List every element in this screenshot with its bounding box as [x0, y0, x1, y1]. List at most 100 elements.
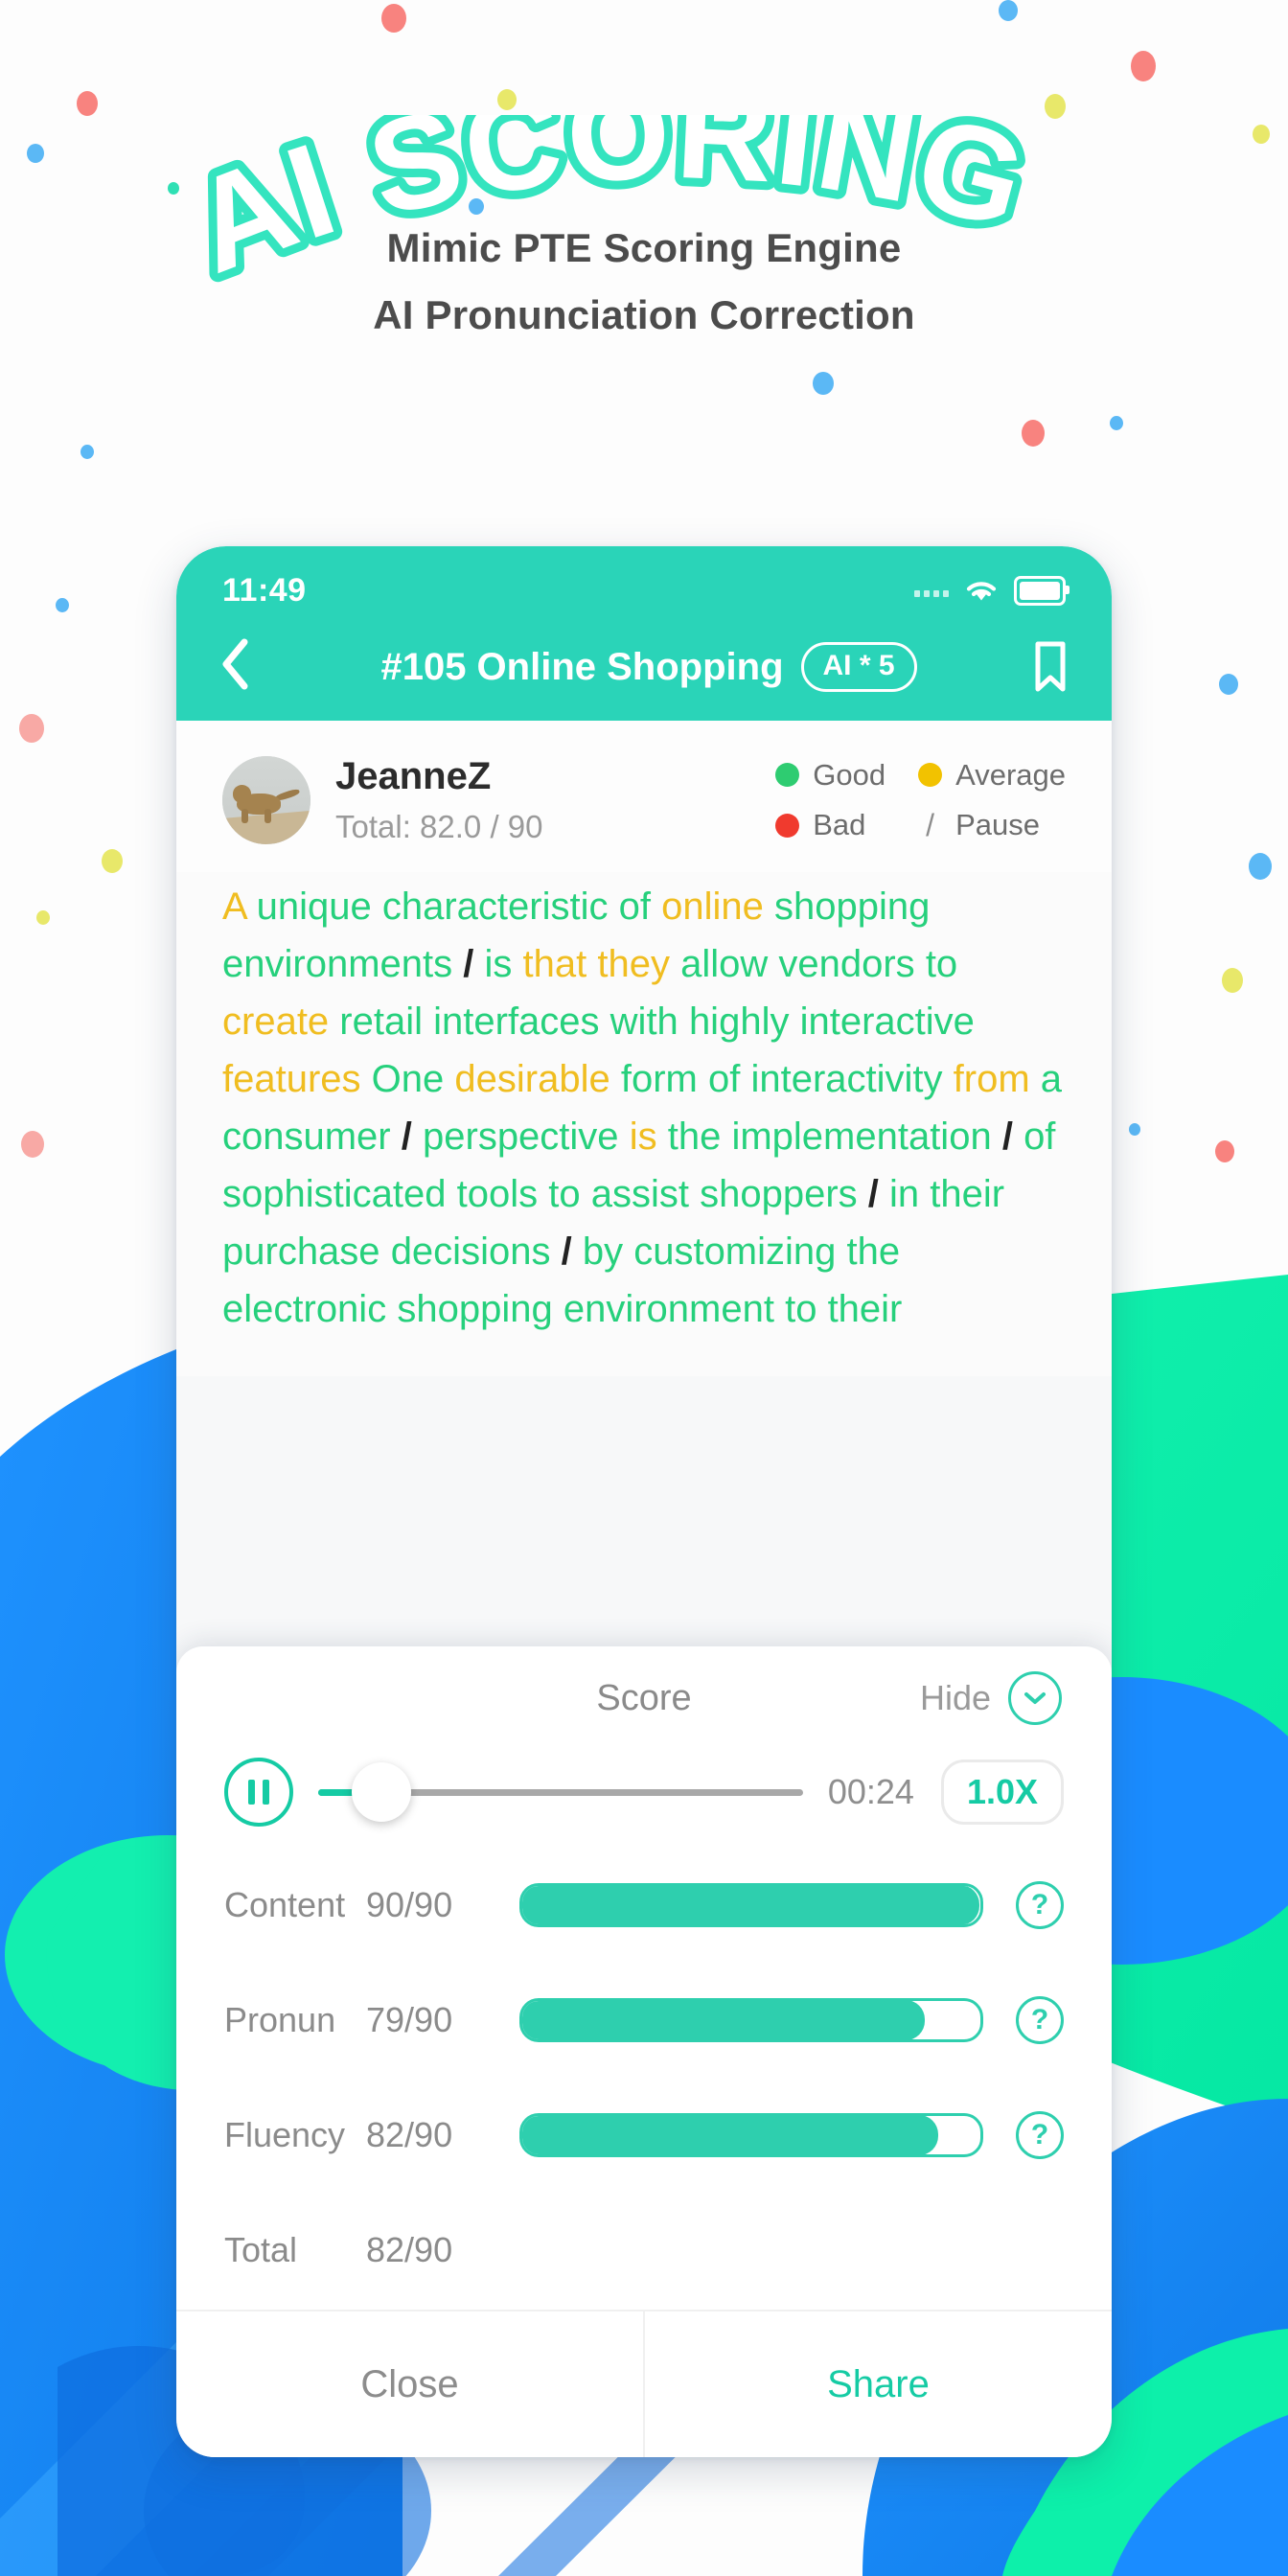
legend-label: Pause [955, 808, 1040, 841]
elapsed-time: 00:24 [827, 1772, 914, 1811]
transcript-word: is [629, 1116, 657, 1158]
user-info-strip: JeanneZ Total: 82.0 / 90 Good Average Bad /… [176, 721, 1112, 872]
playback-speed-button[interactable]: 1.0X [940, 1760, 1064, 1825]
score-metrics: Content 90/90? Pronun 79/90? Fluency 82/90? To… [176, 1827, 1112, 2308]
confetti-dot [1215, 1140, 1234, 1162]
legend-dot-icon [775, 813, 800, 838]
hero-section: AI SCORING AI SCORING AI SCORING AI SCOR… [0, 0, 1288, 339]
transcript-word: consumer [222, 1116, 391, 1158]
question-circle-icon[interactable]: ? [1016, 1996, 1064, 2044]
nav-center: #105 Online Shopping AI * 5 [272, 642, 1025, 692]
transcript-text: A unique characteristic of online shoppi… [176, 872, 1112, 1376]
legend-label: Good [813, 757, 886, 792]
pause-icon[interactable] [224, 1758, 293, 1827]
transcript-word: their [827, 1288, 903, 1330]
legend-dot-icon [918, 763, 943, 787]
transcript-word: online [661, 886, 764, 928]
transcript-word: that [522, 943, 587, 985]
transcript-word: they [597, 943, 670, 985]
metric-row: Pronun 79/90? [224, 1963, 1064, 2078]
transcript-word: form [620, 1058, 698, 1100]
metric-row: Total 82/90 [224, 2193, 1064, 2308]
transcript-word: interactive [799, 1000, 975, 1043]
transcript-word: highly [688, 1000, 790, 1043]
phone-topbar: 11:49 #105 Online Shopping AI * 5 [176, 546, 1112, 721]
transcript-word: is [484, 943, 513, 985]
metric-value: 82/90 [366, 2115, 453, 2154]
chevron-left-icon[interactable] [218, 637, 272, 698]
transcript-word: shopping [397, 1288, 553, 1330]
metric-value: 79/90 [366, 2000, 453, 2039]
question-circle-icon[interactable]: ? [1016, 2111, 1064, 2159]
legend-dot-icon [775, 763, 800, 787]
metric-name: Content [224, 1885, 346, 1924]
transcript-word: customizing [633, 1230, 837, 1273]
bookmark-icon[interactable] [1025, 640, 1070, 694]
transcript-word: sophisticated [222, 1173, 447, 1215]
user-total-score: Total: 82.0 / 90 [335, 809, 543, 844]
confetti-dot [102, 849, 123, 873]
hero-title-text: AI SCORING [164, 115, 1048, 310]
transcript-word: of [618, 886, 651, 928]
metric-progress-fill [522, 1886, 979, 1924]
share-button[interactable]: Share [643, 2312, 1112, 2457]
transcript-word: features [222, 1058, 361, 1100]
hide-score-button[interactable]: Hide [920, 1671, 1062, 1725]
transcript-word: One [371, 1058, 445, 1100]
user-name: JeanneZ [335, 755, 492, 797]
confetti-dot [1219, 674, 1238, 695]
transcript-word: assist [590, 1173, 689, 1215]
transcript-pause-marker: / [867, 1173, 879, 1215]
wifi-icon [966, 582, 997, 601]
transcript-word: with [610, 1000, 678, 1043]
page-title: #105 Online Shopping [380, 645, 784, 688]
metric-progress-bar [519, 1883, 983, 1927]
nav-bar: #105 Online Shopping AI * 5 [176, 621, 1112, 721]
close-button[interactable]: Close [176, 2312, 643, 2457]
transcript-word: characteristic [381, 886, 609, 928]
chevron-down-circle-icon[interactable] [1008, 1671, 1062, 1725]
status-bar: 11:49 [176, 546, 1112, 621]
confetti-dot [813, 372, 834, 395]
signal-bars-icon [914, 584, 949, 597]
transcript-word: to [925, 943, 958, 985]
transcript-word: environments [222, 943, 453, 985]
transcript-word: unique [256, 886, 372, 928]
transcript-word: to [785, 1288, 817, 1330]
confetti-dot [21, 1131, 44, 1158]
transcript-word: shoppers [700, 1173, 858, 1215]
transcript-word: retail [339, 1000, 423, 1043]
metric-name: Total [224, 2230, 298, 2269]
transcript-word: in [889, 1173, 920, 1215]
transcript-word: the [846, 1230, 901, 1273]
transcript-word: environment [563, 1288, 774, 1330]
ai-score-badge[interactable]: AI * 5 [800, 642, 917, 692]
question-circle-icon[interactable]: ? [1016, 1881, 1064, 1929]
avatar [222, 756, 310, 844]
transcript-pause-marker: / [561, 1230, 572, 1273]
hero-title-wrap: AI SCORING AI SCORING AI SCORING AI SCOR… [0, 0, 1288, 310]
svg-text:AI SCORING: AI SCORING [172, 115, 1043, 302]
status-icons [914, 575, 1070, 606]
transcript-word: by [582, 1230, 624, 1273]
confetti-dot [1222, 968, 1243, 993]
transcript-word: tools [456, 1173, 539, 1215]
seek-thumb[interactable] [351, 1762, 411, 1822]
battery-full-icon [1014, 575, 1070, 606]
transcript-word: the [667, 1116, 722, 1158]
hero-title-art: AI SCORING AI SCORING AI SCORING AI SCOR… [164, 115, 1048, 310]
confetti-dot [1110, 416, 1123, 430]
seek-slider[interactable] [318, 1761, 803, 1823]
transcript-word: of [1024, 1116, 1056, 1158]
confetti-dot [19, 714, 44, 743]
transcript-word: vendors [778, 943, 915, 985]
metric-value: 82/90 [366, 2230, 453, 2269]
transcript-word: implementation [731, 1116, 992, 1158]
legend-label: Average [955, 757, 1066, 792]
transcript-word: interactivity [750, 1058, 943, 1100]
confetti-dot [36, 910, 50, 925]
legend-label: Bad [813, 808, 866, 841]
metric-progress-bar [519, 2113, 983, 2157]
transcript-word: allow [680, 943, 769, 985]
transcript-word: their [930, 1173, 1005, 1215]
